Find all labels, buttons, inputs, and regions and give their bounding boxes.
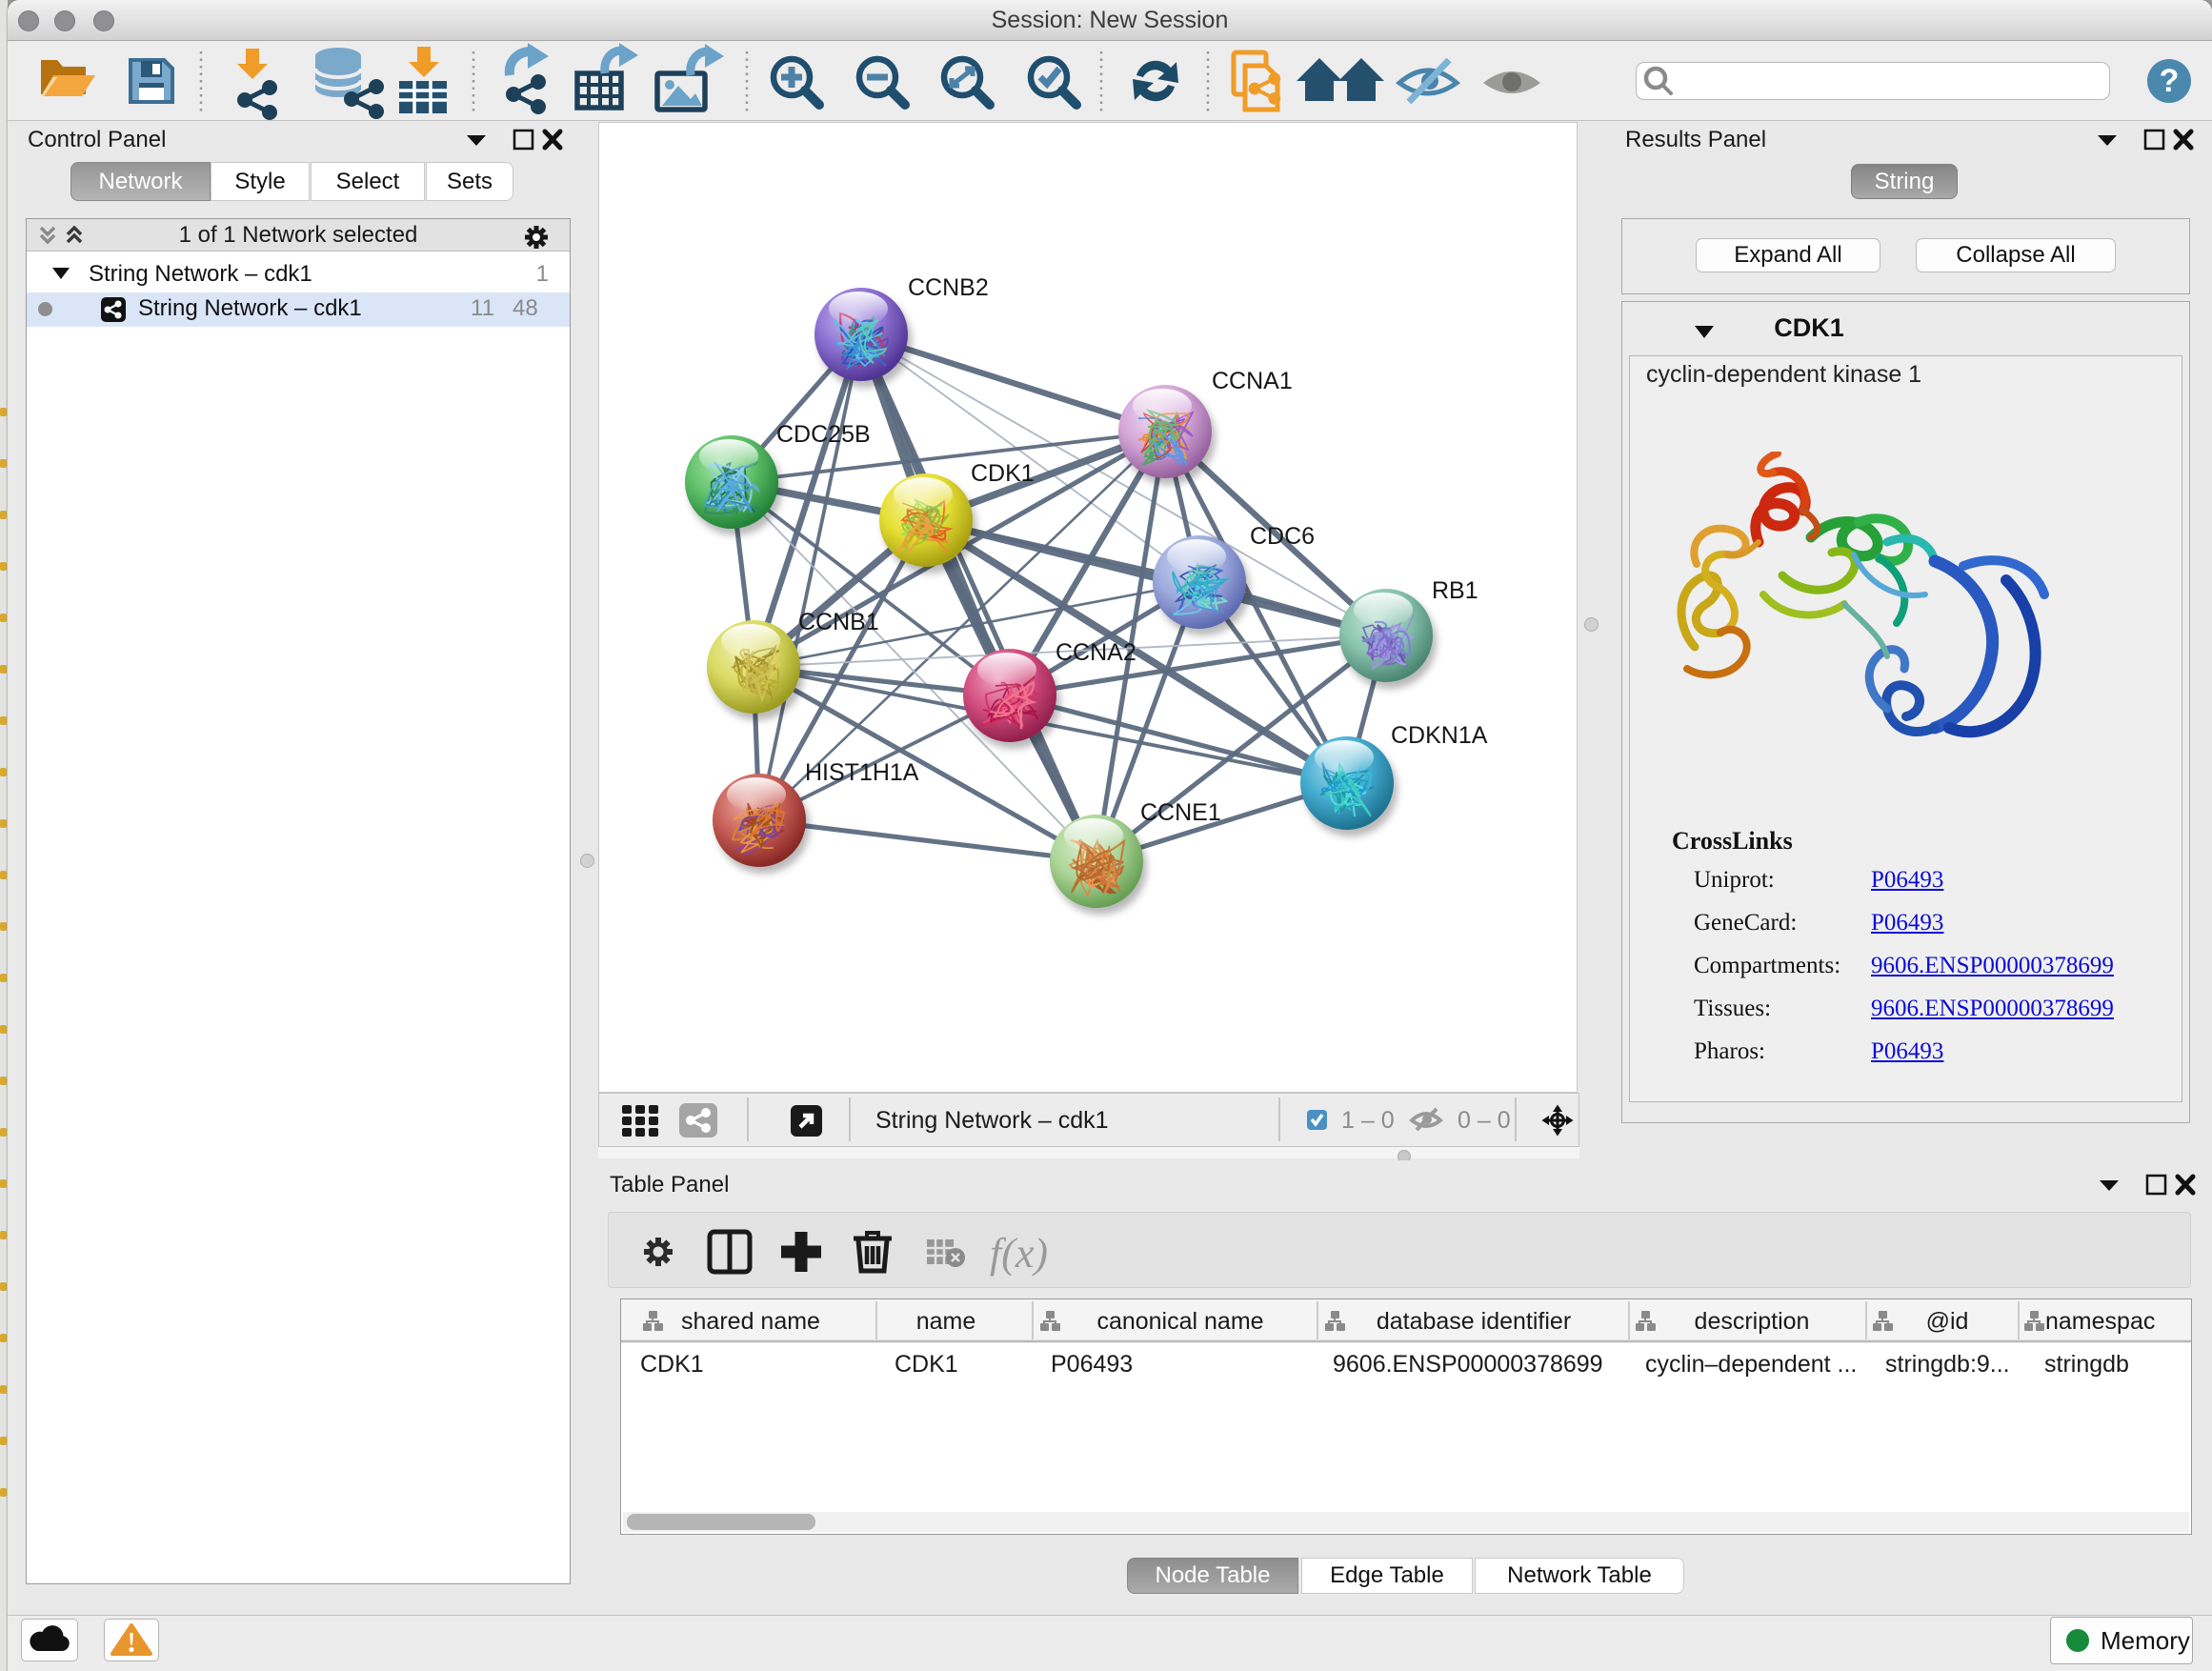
- svg-text:0 – 0: 0 – 0: [1458, 1107, 1511, 1134]
- svg-text:cyclin–dependent ...: cyclin–dependent ...: [1645, 1351, 1857, 1378]
- svg-text:canonical name: canonical name: [1096, 1308, 1263, 1335]
- svg-text:shared name: shared name: [681, 1308, 820, 1335]
- svg-text:CDC6: CDC6: [1250, 523, 1315, 550]
- svg-text:database identifier: database identifier: [1377, 1308, 1571, 1335]
- svg-text:CDC25B: CDC25B: [776, 421, 871, 448]
- svg-text:f(x): f(x): [990, 1230, 1048, 1277]
- svg-text:CDK1: CDK1: [971, 460, 1035, 487]
- svg-text:namespac: namespac: [2045, 1308, 2155, 1335]
- svg-text:CCNB1: CCNB1: [798, 609, 879, 635]
- svg-text:?: ?: [2160, 63, 2180, 99]
- svg-text:description: description: [1695, 1308, 1810, 1335]
- svg-text:9606.ENSP00000378699: 9606.ENSP00000378699: [1333, 1351, 1603, 1378]
- svg-text:CDK1: CDK1: [640, 1351, 704, 1378]
- svg-text:@id: @id: [1926, 1308, 1969, 1335]
- svg-text:CDK1: CDK1: [895, 1351, 958, 1378]
- svg-text:CCNA1: CCNA1: [1212, 368, 1293, 394]
- svg-text:P06493: P06493: [1051, 1351, 1133, 1378]
- svg-text:CCNA2: CCNA2: [1056, 639, 1136, 666]
- svg-text:name: name: [916, 1308, 976, 1335]
- svg-text:stringdb: stringdb: [2044, 1351, 2129, 1378]
- svg-text:String Network – cdk1: String Network – cdk1: [875, 1107, 1109, 1134]
- svg-text:1 – 0: 1 – 0: [1341, 1107, 1395, 1134]
- svg-text:RB1: RB1: [1432, 577, 1478, 604]
- svg-text:CCNE1: CCNE1: [1140, 799, 1221, 826]
- svg-text:HIST1H1A: HIST1H1A: [805, 759, 919, 786]
- svg-text:CCNB2: CCNB2: [908, 274, 989, 301]
- svg-text:stringdb:9...: stringdb:9...: [1885, 1351, 2010, 1378]
- svg-text:CDKN1A: CDKN1A: [1391, 722, 1488, 749]
